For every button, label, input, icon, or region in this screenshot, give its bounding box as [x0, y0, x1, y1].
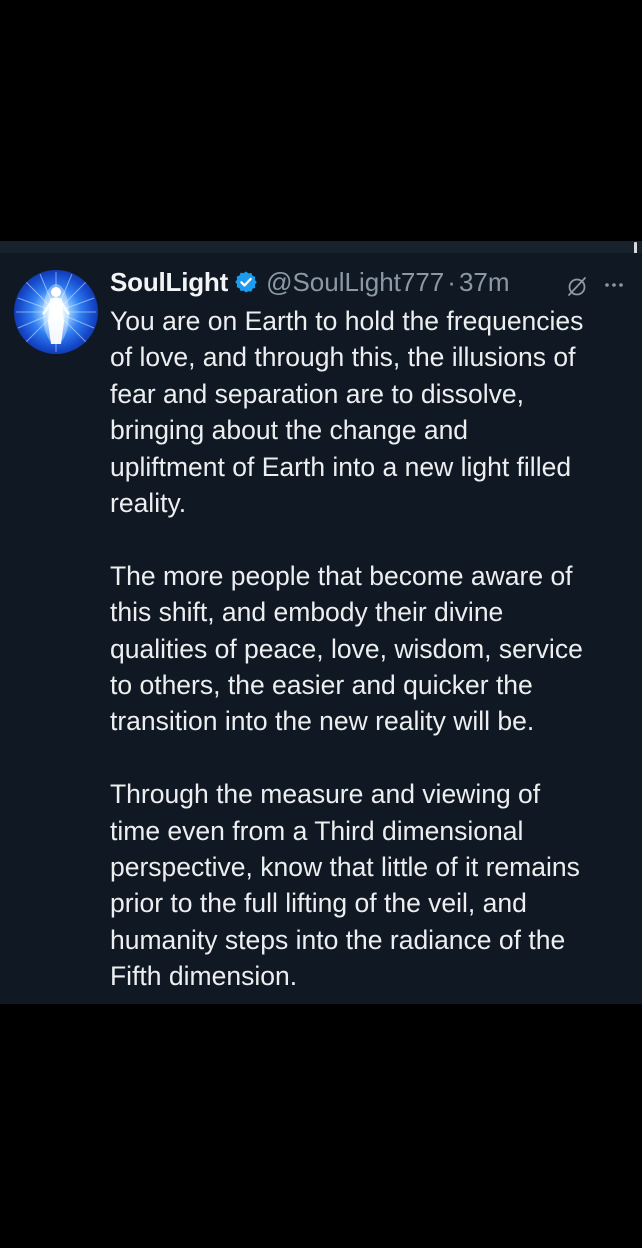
separator-dot: ·	[447, 266, 456, 297]
tweet-paragraph-1: You are on Earth to hold the frequencies…	[110, 306, 584, 519]
tweet-paragraph-3: Through the measure and viewing of time …	[110, 779, 580, 992]
tweet-paragraph-2: The more people that become aware of thi…	[110, 560, 583, 737]
screen: SoulLight @SoulLight777 · 37m You are on…	[0, 0, 642, 1248]
verified-badge-icon	[235, 271, 257, 293]
avatar-figure-icon	[16, 272, 96, 352]
grok-icon[interactable]	[566, 275, 588, 297]
display-name[interactable]: SoulLight	[110, 267, 228, 298]
user-handle[interactable]: @SoulLight777	[266, 267, 444, 298]
tweet-text: You are on Earth to hold the frequencies…	[110, 303, 630, 1031]
more-options-icon[interactable]	[603, 274, 625, 296]
avatar[interactable]	[14, 270, 98, 354]
tweet-header: SoulLight @SoulLight777 · 37m	[110, 262, 630, 302]
card-top-edge	[0, 241, 642, 253]
timestamp[interactable]: 37m	[459, 267, 510, 298]
